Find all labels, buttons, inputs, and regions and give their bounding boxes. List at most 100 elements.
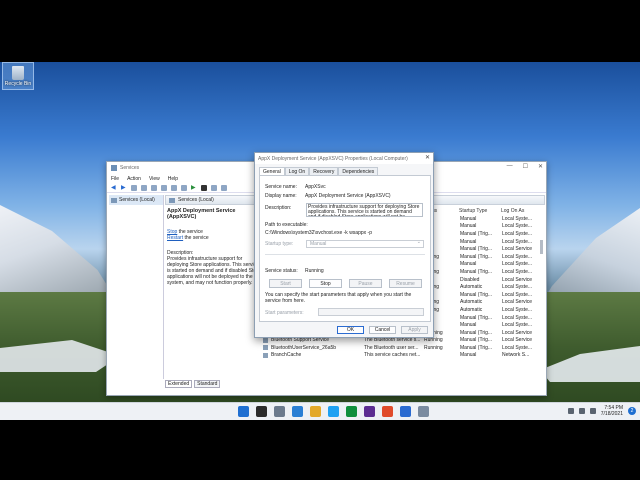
service-startup-cell: Manual (Trig... (458, 231, 500, 237)
maximize-icon[interactable]: ☐ (523, 163, 528, 170)
dialog-titlebar[interactable]: AppX Deployment Service (AppXSVC) Proper… (255, 153, 433, 164)
startup-type-select[interactable]: Manual (306, 239, 424, 248)
back-arrow-icon[interactable]: ◀ (111, 185, 117, 191)
service-startup-cell: Manual (Trig... (458, 345, 500, 351)
start-button[interactable]: Start (269, 279, 302, 288)
resume-button[interactable]: Resume (389, 279, 422, 288)
pause-button[interactable]: Pause (349, 279, 382, 288)
taskbar: 7:54 PM 7/18/2021 2 (0, 402, 640, 420)
service-logon-cell-text: Local Syste... (502, 314, 533, 321)
help-icon[interactable] (171, 184, 177, 191)
service-logon-cell: Local Service (500, 337, 540, 343)
service-name-cell-text: Bluetooth Support Service (271, 337, 330, 344)
pause-service-icon[interactable] (211, 184, 217, 191)
dialog-close-icon[interactable]: ✕ (425, 154, 430, 161)
edge-icon[interactable] (328, 406, 339, 417)
service-name-cell-text: BluetoothUserService_26a5b (271, 344, 337, 351)
service-startup-cell: Manual (Trig... (458, 330, 500, 336)
service-startup-cell-text: Manual (Trig... (460, 337, 493, 344)
scrollbar-thumb[interactable] (540, 240, 543, 254)
chevron-up-icon[interactable] (567, 408, 574, 414)
file-explorer-icon[interactable] (310, 406, 321, 417)
table-row[interactable]: BranchCache This service caches net... Man… (262, 352, 545, 360)
clock[interactable]: 7:54 PM 7/18/2021 (601, 405, 623, 417)
tab-extended[interactable]: Extended (165, 380, 193, 388)
service-status-cell: Running (422, 345, 458, 351)
service-desc-cell: The Bluetooth service s... (362, 337, 422, 343)
ok-button[interactable]: OK (337, 326, 364, 334)
service-startup-cell-text: Manual (Trig... (460, 314, 493, 321)
service-logon-cell: Local Syste... (500, 269, 540, 275)
service-status-cell (422, 352, 458, 358)
service-name-cell: Bluetooth Support Service (262, 337, 362, 343)
service-desc-cell-text: The Bluetooth service s... (364, 337, 421, 344)
recycle-bin[interactable]: Recycle Bin (2, 62, 34, 90)
col-startup-header[interactable]: Startup Type (458, 208, 500, 214)
table-row[interactable]: BluetoothUserService_26a5b The Bluetooth … (262, 344, 545, 352)
start-params-input[interactable] (318, 308, 424, 316)
forward-arrow-icon[interactable]: ▶ (121, 185, 127, 191)
service-startup-cell: Manual (458, 239, 500, 245)
network-icon[interactable] (578, 408, 585, 414)
service-status-row: Service status: Running (265, 268, 324, 274)
col-logon-header[interactable]: Log On As (500, 208, 540, 214)
store-icon[interactable] (346, 406, 357, 417)
restart-suffix: the service (183, 235, 209, 241)
service-gear-icon (263, 337, 268, 343)
widgets-icon[interactable] (292, 406, 303, 417)
volume-icon[interactable] (589, 408, 596, 414)
recycle-bin-icon (12, 66, 24, 80)
description-box[interactable]: Provides infrastructure support for depl… (306, 203, 423, 217)
display-name-label: Display name: (265, 193, 297, 199)
restart-service-icon[interactable] (221, 184, 227, 191)
service-logon-cell-text: Local Syste... (502, 291, 533, 298)
service-startup-cell: Manual (458, 352, 500, 358)
menu-view[interactable]: View (149, 176, 160, 182)
path-value: C:\Windows\system32\svchost.exe -k wsapp… (265, 230, 372, 236)
menu-file[interactable]: File (111, 176, 119, 182)
service-logon-cell-text: Local Syste... (502, 223, 533, 230)
service-logon-cell: Local Service (500, 246, 540, 252)
view-tabs: Extended Standard (165, 380, 221, 388)
start-service-icon[interactable]: ▶ (191, 185, 197, 191)
system-tray: 7:54 PM 7/18/2021 2 (567, 405, 636, 417)
service-status-label: Service status: (265, 268, 298, 274)
list-view-icon[interactable] (141, 184, 147, 191)
service-desc-cell: This service caches net... (362, 352, 422, 358)
service-startup-cell: Manual (Trig... (458, 292, 500, 298)
cancel-button[interactable]: Cancel (369, 326, 396, 334)
service-desc-cell-text: This service caches net... (364, 352, 421, 359)
service-logon-cell: Local Syste... (500, 261, 540, 267)
chrome-icon[interactable] (382, 406, 393, 417)
service-startup-cell-text: Manual (460, 322, 477, 329)
teams-icon[interactable] (364, 406, 375, 417)
apply-button[interactable]: Apply (401, 326, 428, 334)
dialog-title: AppX Deployment Service (AppXSVC) Proper… (258, 155, 408, 162)
services-taskbar-icon[interactable] (418, 406, 429, 417)
display-name-row: Display name: AppX Deployment Service (A… (265, 193, 391, 199)
menu-action[interactable]: Action (127, 176, 141, 182)
tree-node-services-local[interactable]: Services (Local) (109, 195, 163, 205)
mail-icon[interactable] (400, 406, 411, 417)
notification-badge[interactable]: 2 (628, 407, 636, 415)
properties-dialog: AppX Deployment Service (AppXSVC) Proper… (254, 152, 434, 338)
task-view-icon[interactable] (274, 406, 285, 417)
minimize-icon[interactable]: — (507, 163, 513, 170)
service-startup-cell-text: Automatic (460, 299, 483, 306)
tab-standard[interactable]: Standard (194, 380, 221, 388)
search-icon[interactable] (256, 406, 267, 417)
stop-service-icon[interactable] (201, 184, 207, 191)
refresh-icon[interactable] (151, 184, 157, 191)
start-icon[interactable] (238, 406, 249, 417)
service-startup-cell: Automatic (458, 307, 500, 313)
close-icon[interactable]: ✕ (538, 163, 543, 170)
service-logon-cell-text: Local Syste... (502, 230, 533, 237)
stop-button[interactable]: Stop (309, 279, 342, 288)
console-tree-icon[interactable] (131, 184, 137, 191)
service-logon-cell: Local Syste... (500, 315, 540, 321)
restart-link[interactable]: Restart (167, 235, 183, 241)
properties-icon[interactable] (181, 184, 187, 191)
export-icon[interactable] (161, 184, 167, 191)
menu-help[interactable]: Help (168, 176, 178, 182)
service-logon-cell: Local Syste... (500, 345, 540, 351)
